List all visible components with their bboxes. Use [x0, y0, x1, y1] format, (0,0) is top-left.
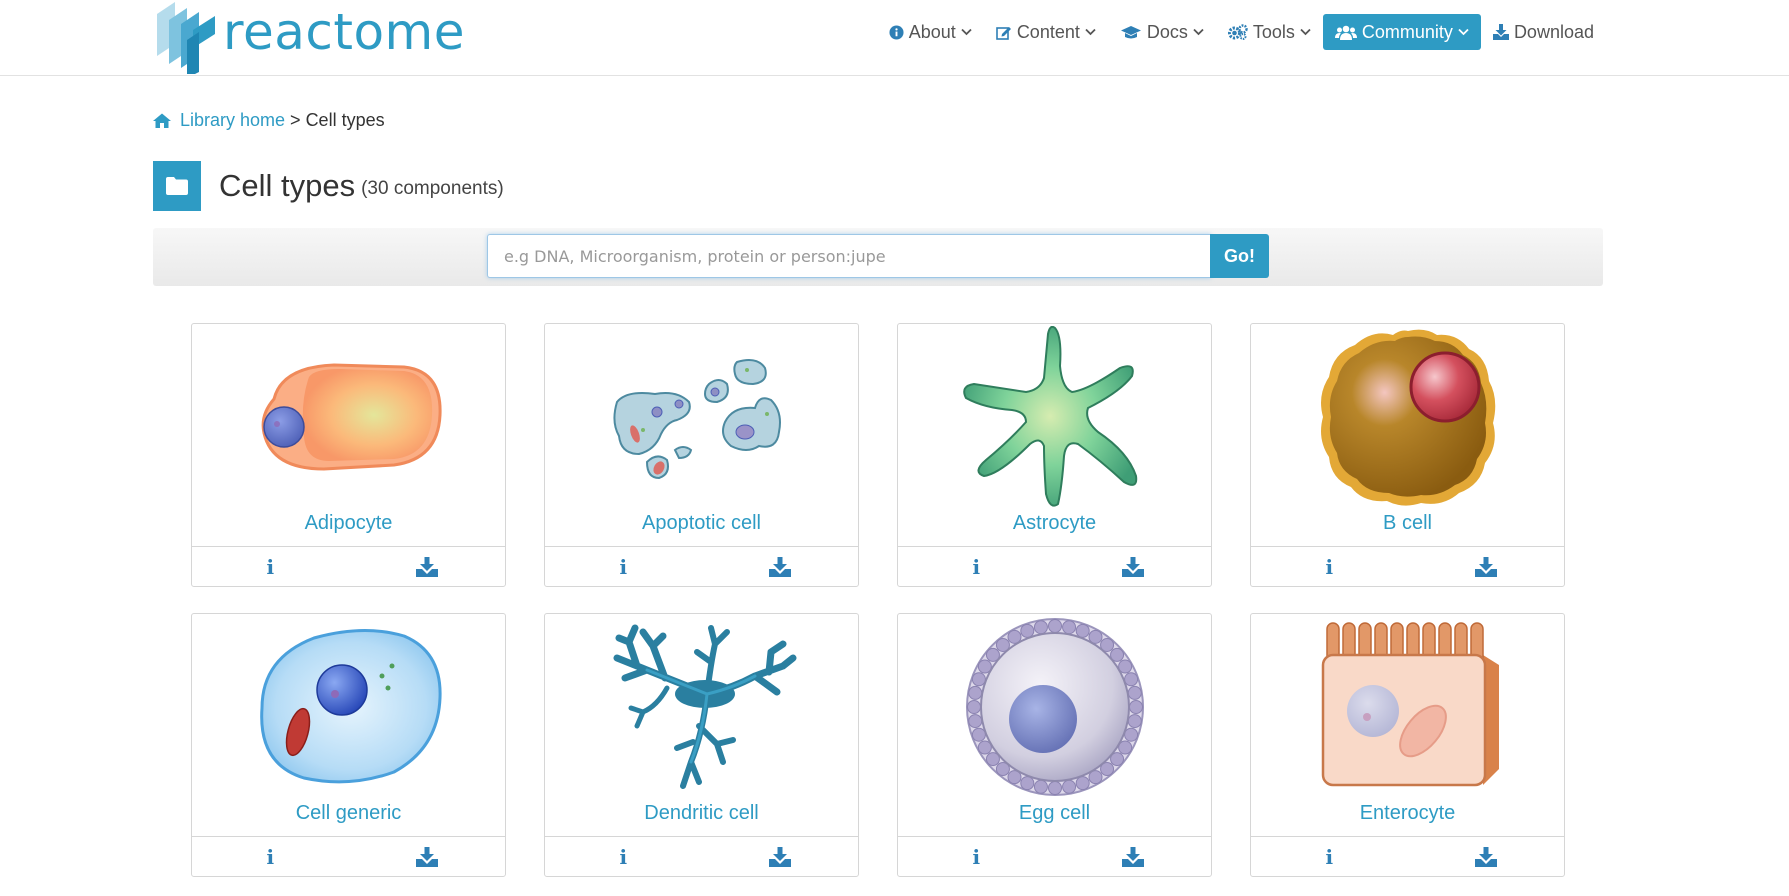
nav-about-label: About [908, 21, 956, 42]
info-icon[interactable]: i [1251, 547, 1408, 587]
nav-community[interactable]: Community [1322, 14, 1481, 50]
card-label[interactable]: Apoptotic cell [545, 512, 858, 535]
download-icon[interactable] [1055, 547, 1212, 587]
download-icon[interactable] [702, 547, 859, 587]
cell-generic-icon[interactable] [192, 614, 505, 800]
download-icon[interactable] [1408, 837, 1565, 877]
card-actions: i [898, 836, 1211, 877]
card-actions: i [545, 836, 858, 877]
dendritic-cell-icon[interactable] [545, 614, 858, 800]
info-circle-icon [889, 24, 904, 40]
card-label[interactable]: Dendritic cell [545, 802, 858, 825]
card-label[interactable]: Adipocyte [192, 512, 505, 535]
info-icon[interactable]: i [545, 837, 702, 877]
apoptotic-cell-icon[interactable] [545, 324, 858, 510]
info-icon[interactable]: i [898, 547, 1055, 587]
page-title: Cell types [219, 168, 356, 203]
card-actions: i [1251, 546, 1564, 587]
nav-download[interactable]: Download [1481, 14, 1606, 50]
breadcrumb-home-label: Library home [180, 110, 286, 130]
card-label[interactable]: Enterocyte [1251, 802, 1564, 825]
info-icon[interactable]: i [545, 547, 702, 587]
chevron-down-icon [961, 28, 972, 36]
nav-download-label: Download [1513, 21, 1594, 42]
cell-type-card: Adipocyte i [191, 323, 506, 587]
info-icon[interactable]: i [192, 837, 349, 877]
cell-type-card: Dendritic cell i [544, 613, 859, 877]
download-icon[interactable] [1408, 547, 1565, 587]
site-header: reactome About Content Docs Tools Commun… [0, 0, 1789, 76]
home-icon [153, 113, 171, 128]
nav-docs-label: Docs [1146, 21, 1188, 42]
brand-name: reactome [223, 3, 466, 61]
b-cell-icon[interactable] [1251, 324, 1564, 510]
page-header: Cell types (30 components) [153, 161, 504, 211]
search-go-button[interactable]: Go! [1210, 234, 1269, 278]
nav-content-label: Content [1016, 21, 1080, 42]
users-icon [1334, 25, 1357, 40]
enterocyte-icon[interactable] [1251, 614, 1564, 800]
egg-cell-icon[interactable] [898, 614, 1211, 800]
breadcrumb-separator: > [290, 110, 301, 130]
breadcrumb-home-link[interactable]: Library home [153, 110, 285, 131]
card-actions: i [545, 546, 858, 587]
component-count: (30 components) [361, 178, 504, 199]
nav-tools-label: Tools [1252, 21, 1295, 42]
info-icon[interactable]: i [898, 837, 1055, 877]
cell-type-card: Enterocyte i [1250, 613, 1565, 877]
nav-tools[interactable]: Tools [1216, 14, 1323, 50]
search-input[interactable] [487, 234, 1211, 278]
cell-type-card: B cell i [1250, 323, 1565, 587]
card-actions: i [192, 546, 505, 587]
astrocyte-icon[interactable] [898, 324, 1211, 510]
gears-icon [1227, 24, 1248, 40]
reactome-logo[interactable]: reactome [153, 0, 465, 74]
nav-about[interactable]: About [877, 14, 984, 50]
cell-type-card: Egg cell i [897, 613, 1212, 877]
download-icon[interactable] [702, 837, 859, 877]
nav-docs[interactable]: Docs [1108, 14, 1216, 50]
card-label[interactable]: Egg cell [898, 802, 1211, 825]
main-nav: About Content Docs Tools Community Downl… [877, 14, 1606, 50]
folder-icon [153, 161, 201, 211]
logo-mark-icon [157, 2, 215, 74]
info-icon[interactable]: i [1251, 837, 1408, 877]
edit-icon [996, 25, 1012, 40]
download-icon [1492, 24, 1509, 40]
search-bar: Go! [153, 228, 1603, 286]
chevron-down-icon [1458, 28, 1469, 36]
chevron-down-icon [1300, 28, 1311, 36]
cell-type-card: Astrocyte i [897, 323, 1212, 587]
cell-type-card: Cell generic i [191, 613, 506, 877]
chevron-down-icon [1085, 28, 1096, 36]
nav-community-label: Community [1361, 21, 1453, 42]
cell-type-card: Apoptotic cell i [544, 323, 859, 587]
download-icon[interactable] [349, 837, 506, 877]
card-label[interactable]: B cell [1251, 512, 1564, 535]
card-actions: i [898, 546, 1211, 587]
nav-content[interactable]: Content [984, 14, 1108, 50]
card-actions: i [1251, 836, 1564, 877]
breadcrumb: Library home > Cell types [153, 110, 385, 131]
card-label[interactable]: Cell generic [192, 802, 505, 825]
adipocyte-icon[interactable] [192, 324, 505, 510]
graduation-cap-icon [1120, 25, 1142, 40]
card-label[interactable]: Astrocyte [898, 512, 1211, 535]
info-icon[interactable]: i [192, 547, 349, 587]
download-icon[interactable] [1055, 837, 1212, 877]
breadcrumb-current: Cell types [305, 110, 385, 130]
chevron-down-icon [1193, 28, 1204, 36]
card-actions: i [192, 836, 505, 877]
download-icon[interactable] [349, 547, 506, 587]
